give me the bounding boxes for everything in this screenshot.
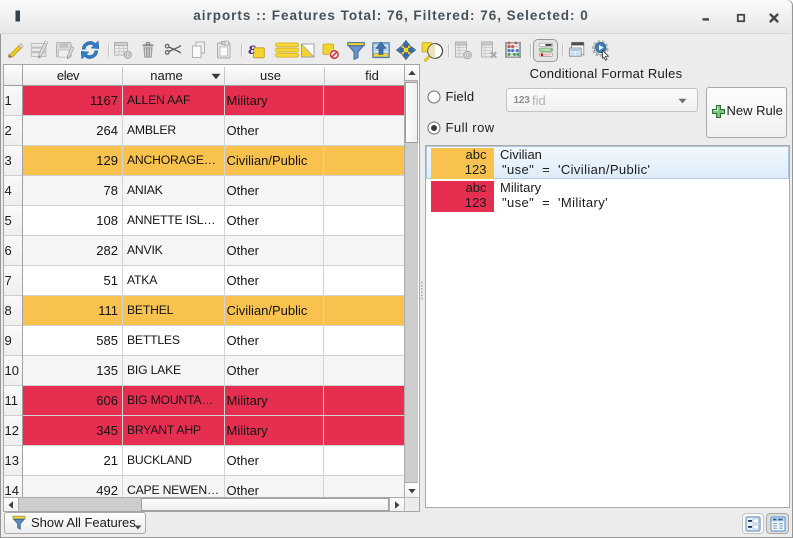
- svg-text:ε: ε: [248, 38, 256, 58]
